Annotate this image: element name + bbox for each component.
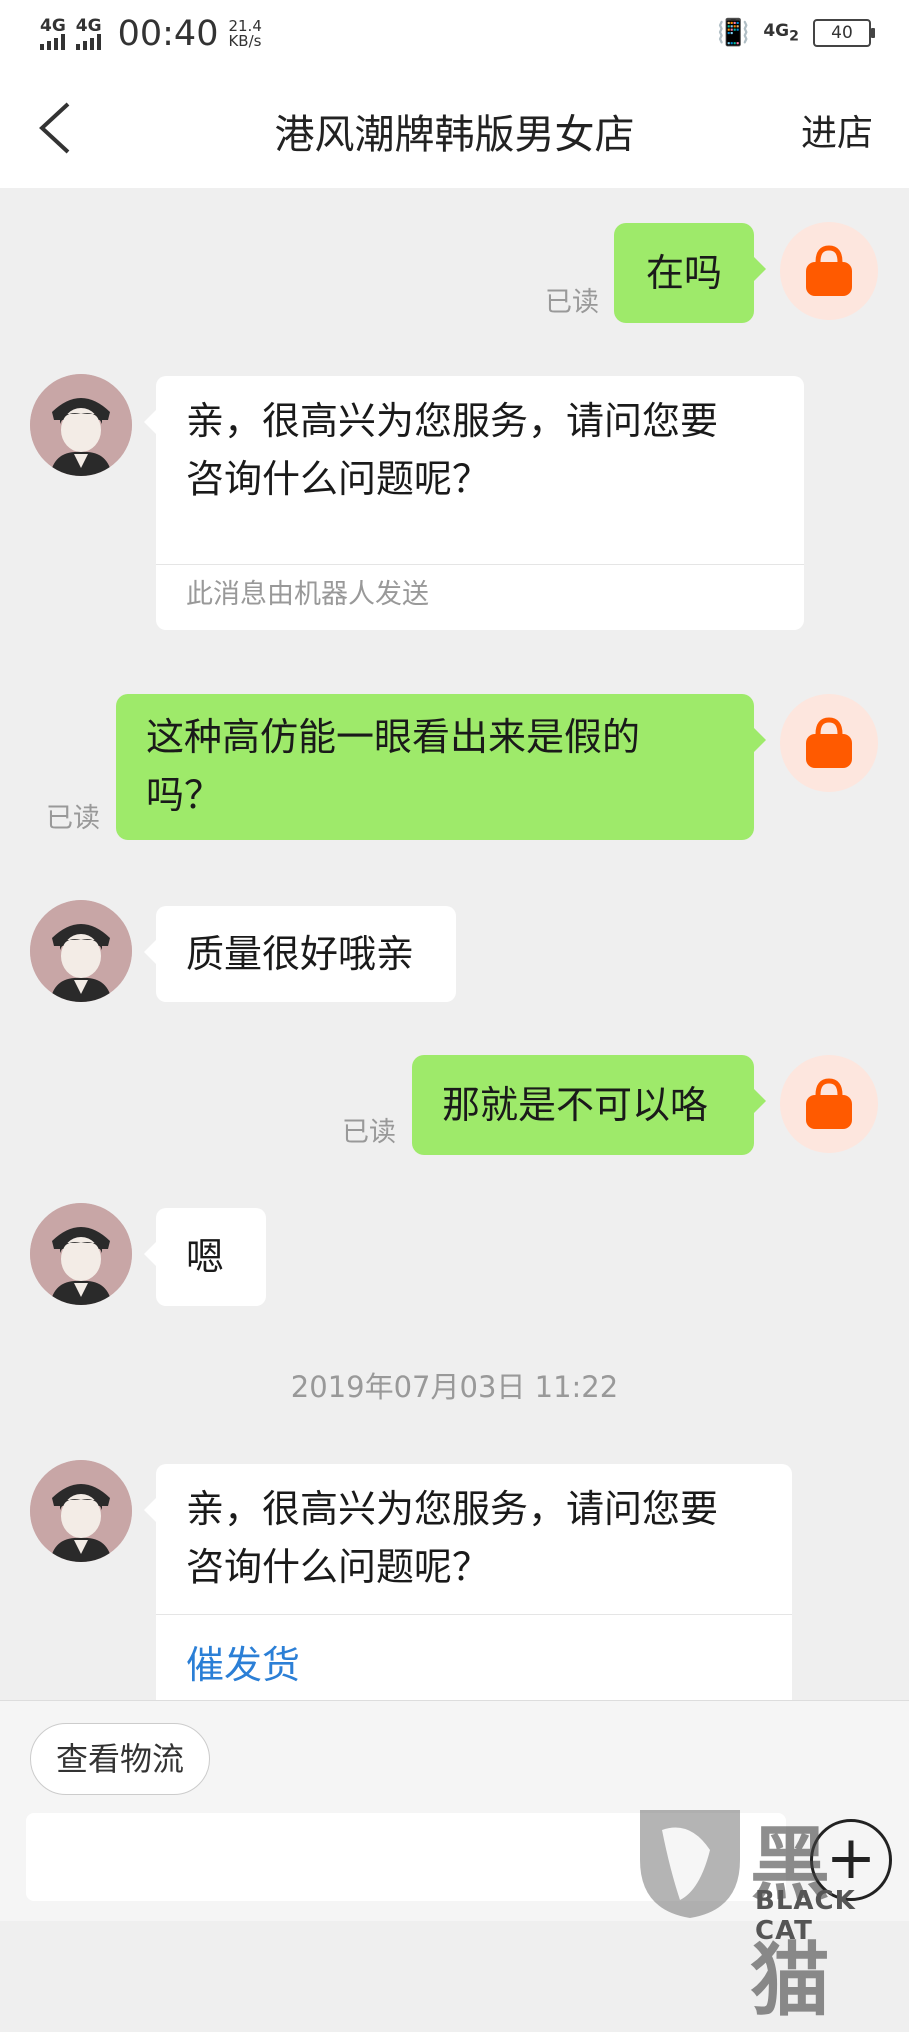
my-message-bubble[interactable]: 这种高仿能一眼看出来是假的 吗？ [116,694,766,840]
message-text: 嗯 [186,1235,225,1279]
my-message-bubble[interactable]: 那就是不可以咯 [412,1055,766,1155]
signal-2: 4G [75,16,102,50]
read-receipt: 已读 [342,1117,396,1148]
agent-avatar[interactable] [30,1203,132,1305]
vibrate-icon: 📳 [716,18,750,48]
message-text: 那就是不可以咯 [442,1083,709,1127]
network-type-label: 4G [40,16,66,36]
status-right: 📳 4G2 40 [716,18,875,48]
network-type-label: 4G [75,16,102,36]
anime-boy-avatar-icon [30,1203,132,1305]
network-indicator: 4G2 [763,21,799,44]
anime-boy-avatar-icon [30,374,132,476]
watermark-text: BLACK CAT [755,1886,856,1946]
message-body: 亲，很高兴为您服务，请问您要 咨询什么问题呢？ [156,1464,792,1614]
read-receipt: 已读 [545,287,599,318]
agent-avatar[interactable] [30,374,132,476]
message-text: 咨询什么问题呢？ [186,457,491,501]
agent-avatar[interactable] [30,900,132,1002]
signal-bars-icon [40,34,65,50]
speed-unit: KB/s [228,32,262,50]
battery-icon: 40 [813,19,875,47]
agent-message-bubble[interactable]: 亲，很高兴为您服务，请问您要 咨询什么问题呢？ 此消息由机器人发送 [144,376,804,630]
message-text: 咨询什么问题呢？ [186,1545,491,1589]
status-bar: 4G 4G 00:40 21.4 KB/s 📳 4G2 40 [0,0,909,72]
bot-sent-note: 此消息由机器人发送 [156,564,804,625]
message-text: 这种高仿能一眼看出来是假的 [146,715,641,759]
message-body: 这种高仿能一眼看出来是假的 吗？ [116,694,754,824]
message-text: 亲，很高兴为您服务，请问您要 [186,399,719,443]
enter-shop-button[interactable]: 进店 [801,104,873,156]
shop-title: 港风潮牌韩版男女店 [274,112,635,158]
agent-message-bubble[interactable]: 质量很好哦亲 [144,906,456,1002]
shop-avatar[interactable] [780,694,878,792]
agent-avatar[interactable] [30,1460,132,1562]
shop-avatar[interactable] [780,222,878,320]
message-text: 亲，很高兴为您服务，请问您要 [186,1487,719,1531]
agent-message-bubble[interactable]: 亲，很高兴为您服务，请问您要 咨询什么问题呢？ 催发货 [144,1464,792,1700]
clock: 00:40 [117,14,219,54]
chat-timestamp: 2019年07月03日 11:22 [290,1370,619,1404]
shopping-bag-icon [806,245,852,296]
network-speed: 21.4 KB/s [228,19,261,49]
chat-header: 港风潮牌韩版男女店 进店 [0,72,909,188]
signal-bars-icon [75,34,101,50]
agent-message-bubble[interactable]: 嗯 [144,1208,266,1306]
view-logistics-button[interactable]: 查看物流 [30,1723,211,1795]
sim-index: 2 [789,28,799,45]
shop-avatar[interactable] [780,1055,878,1153]
message-text: 质量很好哦亲 [186,932,415,976]
message-text: 吗？ [146,773,223,817]
status-left: 4G 4G 00:40 21.4 KB/s [40,14,262,54]
signal-1: 4G [40,18,66,50]
message-body: 亲，很高兴为您服务，请问您要 咨询什么问题呢？ [156,376,804,564]
anime-boy-avatar-icon [30,900,132,1002]
message-text: 在吗 [645,251,722,295]
network-type-label: 4G [763,21,790,42]
shopping-bag-icon [806,717,852,768]
read-receipt: 已读 [46,803,100,834]
anime-boy-avatar-icon [30,1460,132,1562]
my-message-bubble[interactable]: 在吗 [614,223,766,323]
shopping-bag-icon [806,1078,852,1129]
